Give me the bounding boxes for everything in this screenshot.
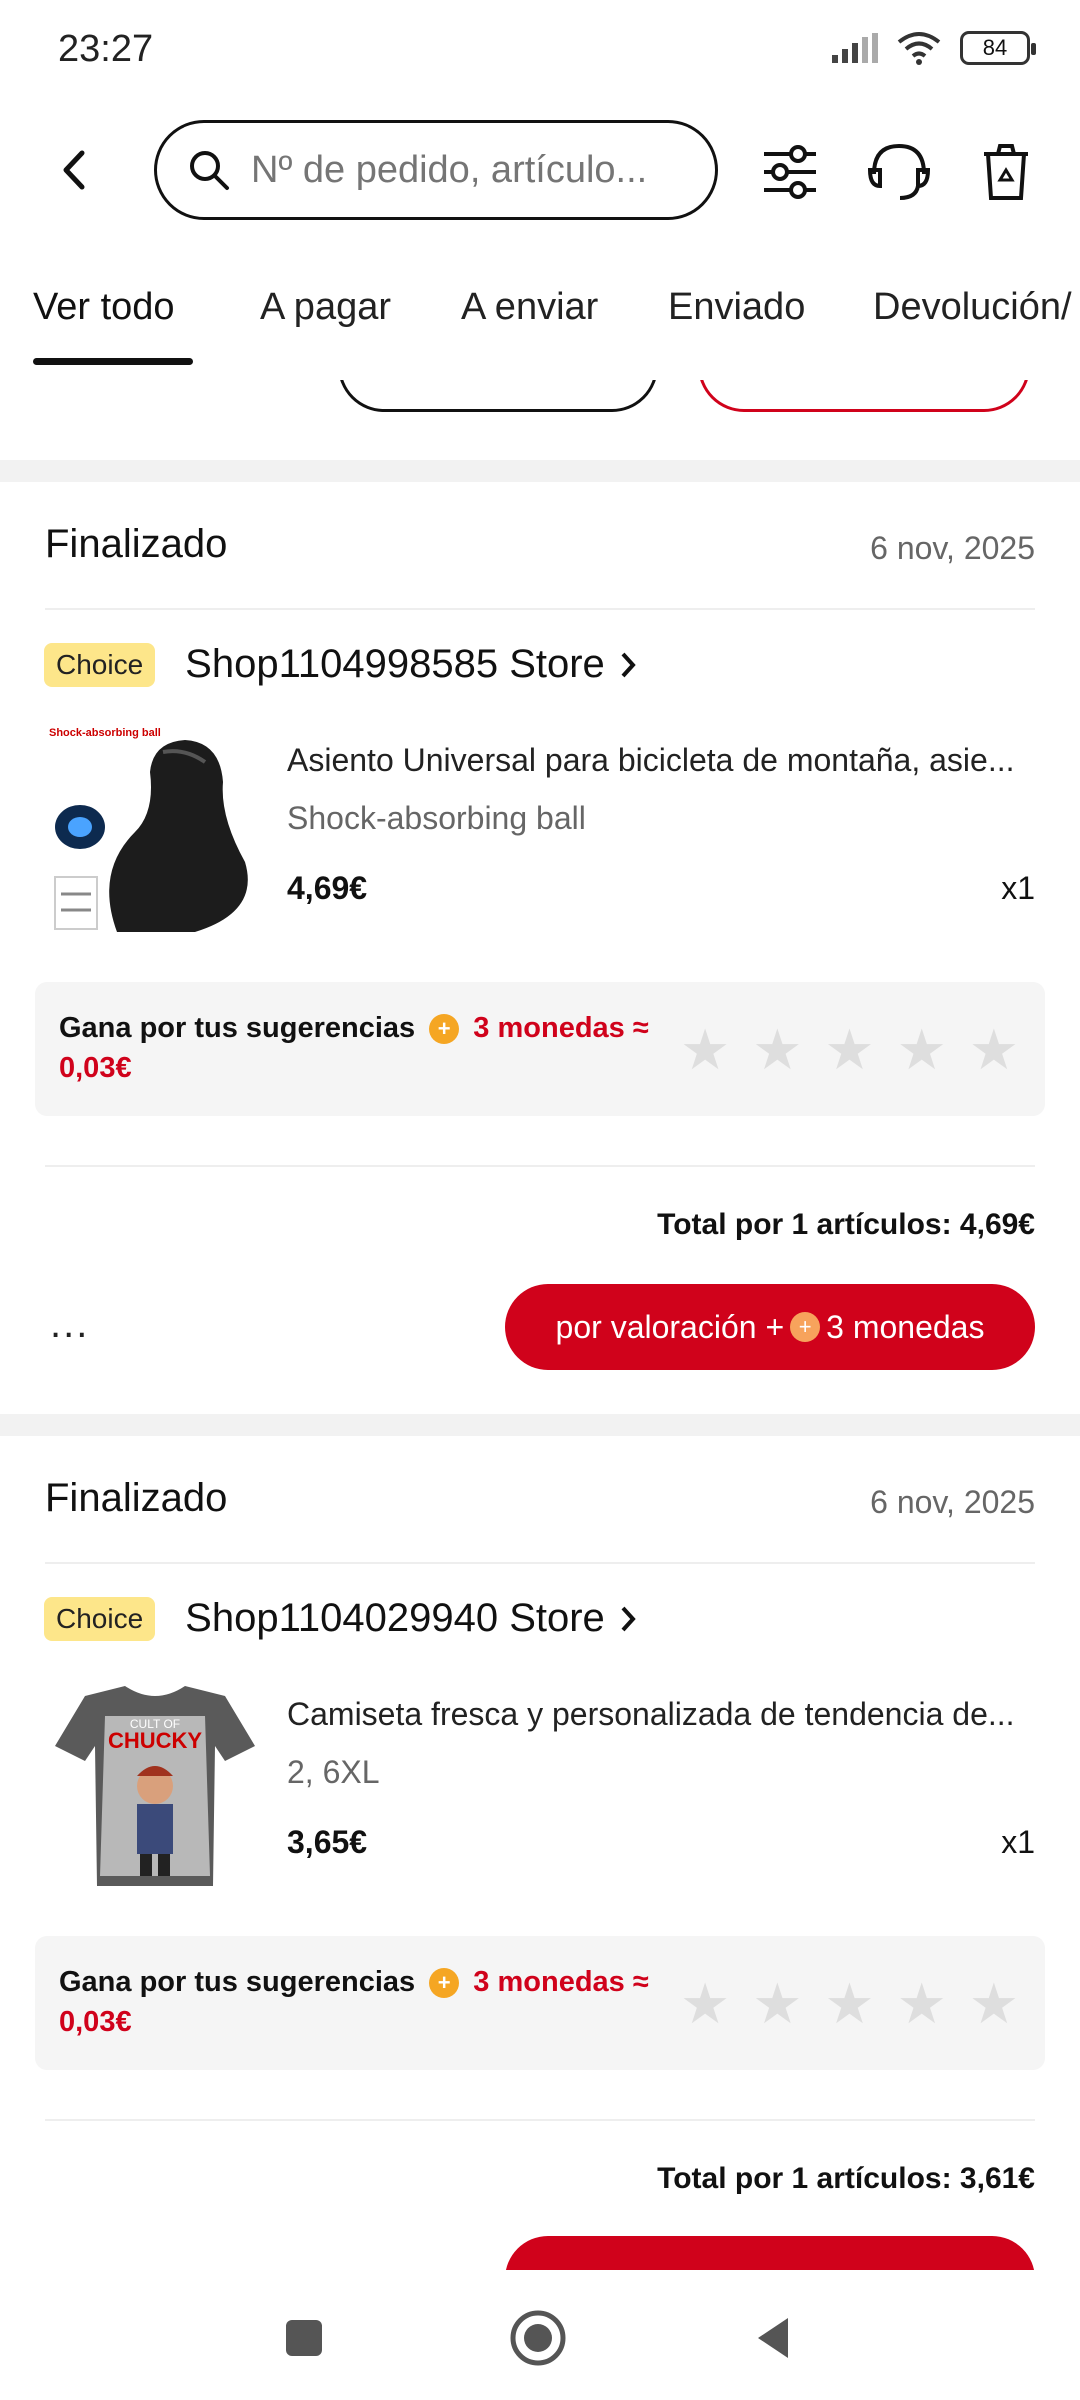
trash-icon[interactable] xyxy=(974,140,1038,204)
search-box[interactable] xyxy=(154,120,718,220)
card-separator xyxy=(0,1414,1080,1436)
coin-icon: + xyxy=(429,1968,460,1999)
headset-icon[interactable] xyxy=(864,140,934,204)
star-icon[interactable]: ★ xyxy=(824,1976,874,2032)
star-icon[interactable]: ★ xyxy=(752,1976,802,2032)
nav-square-icon[interactable] xyxy=(274,2308,334,2368)
star-icon[interactable]: ★ xyxy=(969,1976,1019,2032)
tab-underline xyxy=(33,358,193,365)
reward-value: 0,03€ xyxy=(59,2006,132,2038)
status-bar: 23:27 84 xyxy=(0,0,1080,100)
star-icon[interactable]: ★ xyxy=(680,1976,730,2032)
order-tabs: Ver todo A pagar A enviar Enviado Devolu… xyxy=(0,270,1080,370)
wifi-icon xyxy=(897,32,941,65)
tab-devolucion[interactable]: Devolución/ xyxy=(873,286,1072,329)
store-link[interactable]: Choice Shop1104029940 Store xyxy=(44,1596,641,1641)
chevron-right-icon xyxy=(621,1606,636,1631)
star-icon[interactable]: ★ xyxy=(752,1022,802,1078)
product-price: 3,65€ xyxy=(287,1824,368,1860)
star-icon[interactable]: ★ xyxy=(897,1976,947,2032)
store-name[interactable]: Shop1104029940 Store xyxy=(185,1596,605,1641)
battery-level: 84 xyxy=(982,35,1008,60)
product-image[interactable]: Shock-absorbing ball xyxy=(45,722,265,942)
reward-text: Gana por tus sugerencias + 3 monedas ≈ 0… xyxy=(59,1008,699,1088)
divider xyxy=(45,1562,1035,1564)
product-image[interactable]: CULT OF CHUCKY xyxy=(45,1676,265,1896)
filter-icon[interactable] xyxy=(758,140,822,204)
more-options-button[interactable]: ... xyxy=(50,1302,89,1347)
product-title[interactable]: Camiseta fresca y personalizada de tende… xyxy=(287,1696,1047,1733)
nav-home-icon[interactable] xyxy=(508,2308,568,2368)
nav-back-icon[interactable] xyxy=(744,2308,804,2368)
product-quantity: x1 xyxy=(1001,870,1035,906)
coin-icon: + xyxy=(429,1014,460,1045)
search-input[interactable] xyxy=(249,147,689,193)
order-date: 6 nov, 2025 xyxy=(870,1484,1035,1520)
rate-button[interactable]: por valoración + + 3 monedas xyxy=(505,1284,1035,1370)
rate-label: por valoración + xyxy=(555,1308,785,1345)
tab-a-enviar[interactable]: A enviar xyxy=(461,286,598,329)
choice-badge: Choice xyxy=(44,1596,156,1641)
product-quantity: x1 xyxy=(1001,1824,1035,1860)
star-icon[interactable]: ★ xyxy=(969,1022,1019,1078)
order-total: Total por 1 artículos: 3,61€ xyxy=(657,2162,1035,2195)
divider xyxy=(45,1165,1035,1167)
image-caption-main: CHUCKY xyxy=(108,1728,202,1753)
tab-a-pagar[interactable]: A pagar xyxy=(260,286,391,329)
search-icon xyxy=(190,151,229,190)
reward-text: Gana por tus sugerencias + 3 monedas ≈ 0… xyxy=(59,1962,699,2042)
reward-label: Gana por tus sugerencias xyxy=(59,1012,416,1044)
coin-icon: + xyxy=(790,1312,821,1342)
tab-ver-todo[interactable]: Ver todo xyxy=(33,286,175,329)
tshirt-image: CULT OF CHUCKY xyxy=(45,1676,265,1896)
star-icon[interactable]: ★ xyxy=(824,1022,874,1078)
star-icon[interactable]: ★ xyxy=(897,1022,947,1078)
product-title[interactable]: Asiento Universal para bicicleta de mont… xyxy=(287,742,1047,779)
order-date: 6 nov, 2025 xyxy=(870,530,1035,566)
status-time: 23:27 xyxy=(58,28,154,70)
card-separator xyxy=(0,460,1080,482)
battery-icon: 84 xyxy=(960,31,1036,65)
choice-badge: Choice xyxy=(44,642,156,687)
order-card[interactable]: Finalizado 6 nov, 2025 Choice Shop110499… xyxy=(0,482,1080,1432)
review-reward-box: Gana por tus sugerencias + 3 monedas ≈ 0… xyxy=(35,982,1045,1116)
previous-outline-button[interactable] xyxy=(338,380,658,412)
status-icons: 84 xyxy=(832,30,1036,66)
order-card[interactable]: Finalizado 6 nov, 2025 Choice Shop110402… xyxy=(0,1436,1080,2270)
tab-enviado[interactable]: Enviado xyxy=(668,286,805,329)
rating-stars[interactable]: ★ ★ ★ ★ ★ xyxy=(680,1976,1019,2032)
store-name[interactable]: Shop1104998585 Store xyxy=(185,642,605,687)
back-arrow-icon[interactable] xyxy=(50,145,100,195)
reward-value: 0,03€ xyxy=(59,1052,132,1084)
reward-label: Gana por tus sugerencias xyxy=(59,1966,416,1998)
previous-red-button[interactable] xyxy=(698,380,1030,412)
order-status: Finalizado xyxy=(45,1476,228,1520)
signal-icon xyxy=(832,33,878,63)
divider xyxy=(45,2119,1035,2121)
order-status: Finalizado xyxy=(45,522,228,566)
rating-stars[interactable]: ★ ★ ★ ★ ★ xyxy=(680,1022,1019,1078)
store-link[interactable]: Choice Shop1104998585 Store xyxy=(44,642,641,687)
review-reward-box: Gana por tus sugerencias + 3 monedas ≈ 0… xyxy=(35,1936,1045,2070)
previous-card-buttons xyxy=(0,380,1080,420)
system-nav-bar xyxy=(0,2270,1080,2400)
chevron-right-icon xyxy=(621,652,636,677)
order-total: Total por 1 artículos: 4,69€ xyxy=(657,1208,1035,1241)
product-variant: 2, 6XL xyxy=(287,1754,380,1790)
star-icon[interactable]: ★ xyxy=(680,1022,730,1078)
image-caption: Shock-absorbing ball xyxy=(49,727,161,739)
bike-seat-image: Shock-absorbing ball xyxy=(45,722,265,942)
reward-coins: 3 monedas ≈ xyxy=(473,1012,649,1044)
product-price: 4,69€ xyxy=(287,870,368,906)
header xyxy=(0,110,1080,230)
rate-button-partial[interactable] xyxy=(505,2236,1035,2270)
reward-coins: 3 monedas ≈ xyxy=(473,1966,649,1998)
product-variant: Shock-absorbing ball xyxy=(287,800,586,836)
divider xyxy=(45,608,1035,610)
rate-coins: 3 monedas xyxy=(826,1308,985,1345)
